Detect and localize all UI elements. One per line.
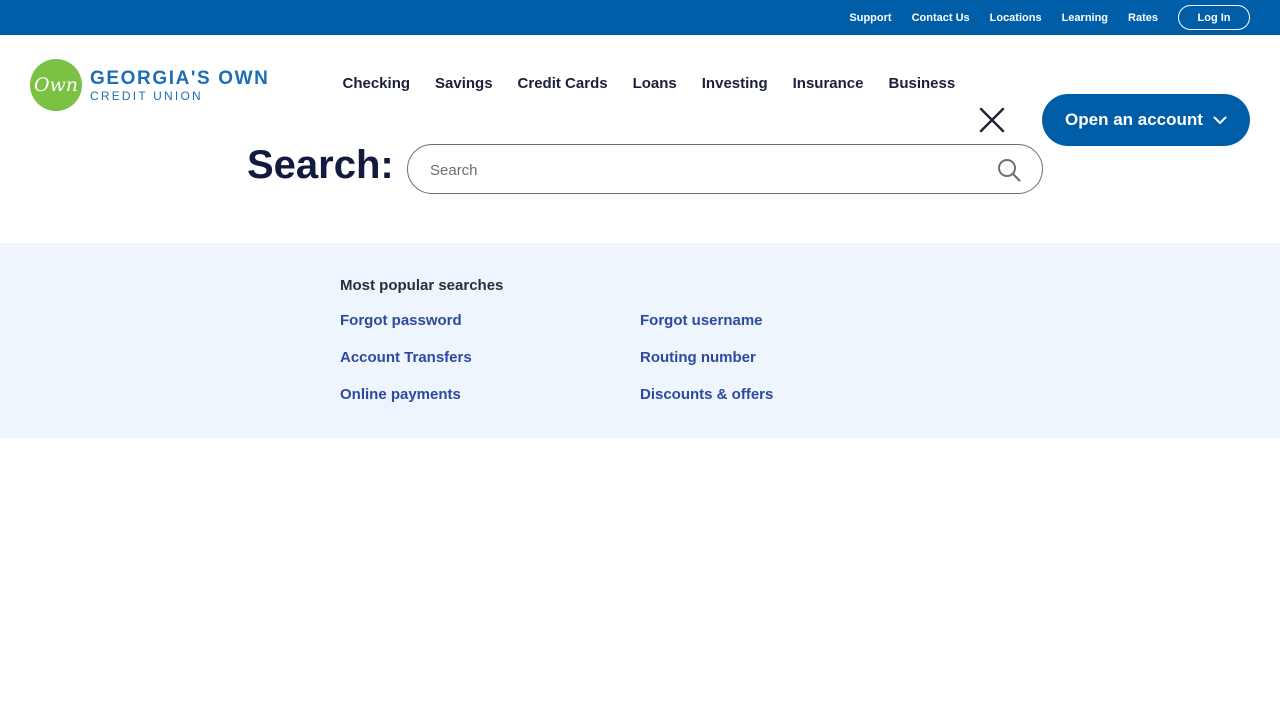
popular-link-account-transfers[interactable]: Account Transfers — [340, 349, 472, 366]
search-input[interactable] — [428, 145, 992, 195]
utility-link-contact-us[interactable]: Contact Us — [912, 12, 970, 24]
main-header: Own GEORGIA'S OWN CREDIT UNION Checking … — [0, 35, 1280, 146]
popular-searches-panel: Most popular searches Forgot password Ac… — [0, 243, 1280, 438]
close-icon — [979, 107, 1005, 133]
popular-link-routing-number[interactable]: Routing number — [640, 349, 756, 366]
search-icon — [998, 159, 1021, 182]
chevron-down-icon — [1213, 116, 1227, 125]
search-submit-button[interactable] — [996, 157, 1022, 183]
popular-searches-title: Most popular searches — [340, 277, 504, 294]
utility-link-support[interactable]: Support — [849, 12, 891, 24]
search-heading: Search: — [247, 143, 394, 187]
utility-link-locations[interactable]: Locations — [990, 12, 1042, 24]
open-account-label: Open an account — [1065, 110, 1203, 129]
search-section: Search: — [0, 135, 1280, 243]
nav-item-insurance[interactable]: Insurance — [793, 75, 864, 92]
utility-link-rates[interactable]: Rates — [1128, 12, 1158, 24]
nav-item-credit-cards[interactable]: Credit Cards — [518, 75, 608, 92]
nav-item-savings[interactable]: Savings — [435, 75, 493, 92]
popular-link-discounts-offers[interactable]: Discounts & offers — [640, 386, 773, 403]
close-search-button[interactable] — [976, 104, 1008, 136]
logo-name-line2: CREDIT UNION — [90, 88, 203, 103]
login-button[interactable]: Log In — [1178, 5, 1250, 30]
brand-logo[interactable]: Own GEORGIA'S OWN CREDIT UNION — [30, 59, 269, 111]
nav-item-business[interactable]: Business — [889, 75, 956, 92]
logo-wordmark: GEORGIA'S OWN CREDIT UNION — [90, 69, 269, 102]
popular-link-online-payments[interactable]: Online payments — [340, 386, 461, 403]
search-box — [407, 144, 1043, 195]
utility-bar: Support Contact Us Locations Learning Ra… — [0, 0, 1280, 35]
popular-link-forgot-username[interactable]: Forgot username — [640, 312, 763, 329]
popular-link-forgot-password[interactable]: Forgot password — [340, 312, 462, 329]
utility-link-learning[interactable]: Learning — [1062, 12, 1108, 24]
main-nav: Checking Savings Credit Cards Loans Inve… — [330, 75, 968, 92]
nav-item-investing[interactable]: Investing — [702, 75, 768, 92]
logo-name-line1: GEORGIA'S OWN — [90, 67, 270, 89]
nav-item-checking[interactable]: Checking — [343, 75, 411, 92]
nav-item-loans[interactable]: Loans — [633, 75, 677, 92]
logo-mark: Own — [30, 59, 82, 111]
